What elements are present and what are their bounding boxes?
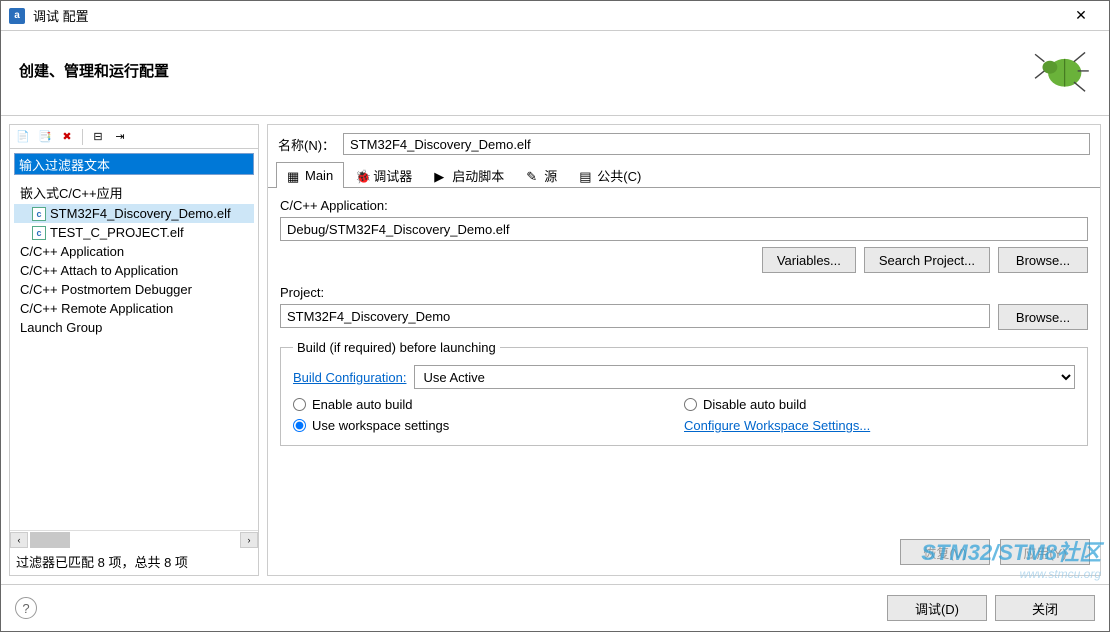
scroll-right-icon[interactable]: › [240,532,258,548]
tab-icon: ▤ [579,169,593,183]
help-icon[interactable]: ? [15,597,37,619]
right-panel: 名称(N)： ▦Main🐞调试器▶启动脚本✎源▤公共(C) C/C++ Appl… [267,124,1101,576]
tab-main[interactable]: ▦ Main [276,162,344,188]
tree-item-label: C/C++ Remote Application [20,301,173,316]
debug-button[interactable]: 调试(D) [887,595,987,621]
separator [82,129,83,145]
close-icon[interactable]: ✕ [1061,1,1101,31]
radio-disable-auto[interactable]: Disable auto build [684,397,1075,412]
app-icon: a [9,8,25,24]
right-footer: 恢复(V) 应用(Y) [268,529,1100,575]
tree-item-label: TEST_C_PROJECT.elf [50,225,184,240]
debug-config-window: a 调试 配置 ✕ 创建、管理和运行配置 📄 📑 ✖ ⊟ ⇥ [0,0,1110,632]
tree-group-item[interactable]: C/C++ Postmortem Debugger [14,280,254,299]
left-panel: 📄 📑 ✖ ⊟ ⇥ 嵌入式C/C++应用 c STM32F4_Discovery_D… [9,124,259,576]
tree-group-item[interactable]: C/C++ Remote Application [14,299,254,318]
scroll-thumb[interactable] [30,532,70,548]
close-button[interactable]: 关闭 [995,595,1095,621]
search-project-button[interactable]: Search Project... [864,247,990,273]
tree-file-item[interactable]: c STM32F4_Discovery_Demo.elf [14,204,254,223]
tab-启动脚本[interactable]: ▶ 启动脚本 [423,162,515,188]
name-row: 名称(N)： [268,125,1100,161]
variables-button[interactable]: Variables... [762,247,856,273]
tree-item-label: C/C++ Postmortem Debugger [20,282,192,297]
filter-icon[interactable]: ⇥ [111,128,129,146]
tab-icon: ✎ [526,169,540,183]
tab-label: 调试器 [373,166,412,185]
apply-button[interactable]: 应用(Y) [1000,539,1090,565]
tree-item-label: 嵌入式C/C++应用 [20,183,123,202]
tree-file-item[interactable]: c TEST_C_PROJECT.elf [14,223,254,242]
tab-icon: ▶ [434,169,448,183]
scroll-left-icon[interactable]: ‹ [10,532,28,548]
tab-icon: ▦ [287,169,301,183]
header: 创建、管理和运行配置 [1,31,1109,116]
build-config-select[interactable]: Use Active [414,365,1075,389]
build-fieldset: Build (if required) before launching Bui… [280,340,1088,446]
build-legend: Build (if required) before launching [293,340,500,355]
left-toolbar: 📄 📑 ✖ ⊟ ⇥ [10,125,258,149]
tree-group-item[interactable]: C/C++ Application [14,242,254,261]
window-title: 调试 配置 [33,6,1061,25]
name-input[interactable] [343,133,1090,155]
tab-公共(c)[interactable]: ▤ 公共(C) [568,162,652,188]
tab-源[interactable]: ✎源 [515,162,568,188]
filter-status: 过滤器已匹配 8 项，总共 8 项 [10,548,258,575]
titlebar: a 调试 配置 ✕ [1,1,1109,31]
tree-item-label: C/C++ Attach to Application [20,263,178,278]
tab-调试器[interactable]: 🐞 调试器 [344,162,423,188]
tree-group-item[interactable]: 嵌入式C/C++应用 [14,181,254,204]
bug-icon [1031,45,1091,95]
duplicate-icon[interactable]: 📑 [36,128,54,146]
project-input[interactable] [280,304,990,328]
configure-workspace-link[interactable]: Configure Workspace Settings... [684,418,1075,433]
radio-workspace[interactable]: Use workspace settings [293,418,684,433]
tab-main-content: C/C++ Application: Variables... Search P… [268,188,1100,529]
tabs: ▦Main🐞调试器▶启动脚本✎源▤公共(C) [268,161,1100,188]
name-label: 名称(N)： [278,135,335,154]
new-config-icon[interactable]: 📄 [14,128,32,146]
tree-item-label: STM32F4_Discovery_Demo.elf [50,206,231,221]
page-heading: 创建、管理和运行配置 [19,60,1031,81]
tree-item-label: Launch Group [20,320,102,335]
tree-item-label: C/C++ Application [20,244,124,259]
tab-label: 公共(C) [597,166,641,185]
revert-button[interactable]: 恢复(V) [900,539,990,565]
tab-label: Main [305,168,333,183]
filter-input[interactable] [14,153,254,175]
body: 📄 📑 ✖ ⊟ ⇥ 嵌入式C/C++应用 c STM32F4_Discovery_D… [1,116,1109,584]
config-tree[interactable]: 嵌入式C/C++应用cSTM32F4_Discovery_Demo.elfcTE… [10,179,258,530]
tab-label: 源 [544,166,557,185]
tab-icon: 🐞 [355,169,369,183]
expand-icon[interactable]: ⊟ [89,128,107,146]
c-file-icon: c [32,226,46,240]
browse-project-button[interactable]: Browse... [998,304,1088,330]
bottom-bar: ? 调试(D) 关闭 [1,584,1109,631]
app-label: C/C++ Application: [280,198,1088,213]
browse-app-button[interactable]: Browse... [998,247,1088,273]
tree-group-item[interactable]: C/C++ Attach to Application [14,261,254,280]
delete-icon[interactable]: ✖ [58,128,76,146]
tab-label: 启动脚本 [452,166,504,185]
tree-group-item[interactable]: Launch Group [14,318,254,337]
project-label: Project: [280,285,1088,300]
app-path-input[interactable] [280,217,1088,241]
build-config-link[interactable]: Build Configuration: [293,370,406,385]
horizontal-scrollbar[interactable]: ‹ › [10,530,258,548]
radio-enable-auto[interactable]: Enable auto build [293,397,684,412]
c-file-icon: c [32,207,46,221]
